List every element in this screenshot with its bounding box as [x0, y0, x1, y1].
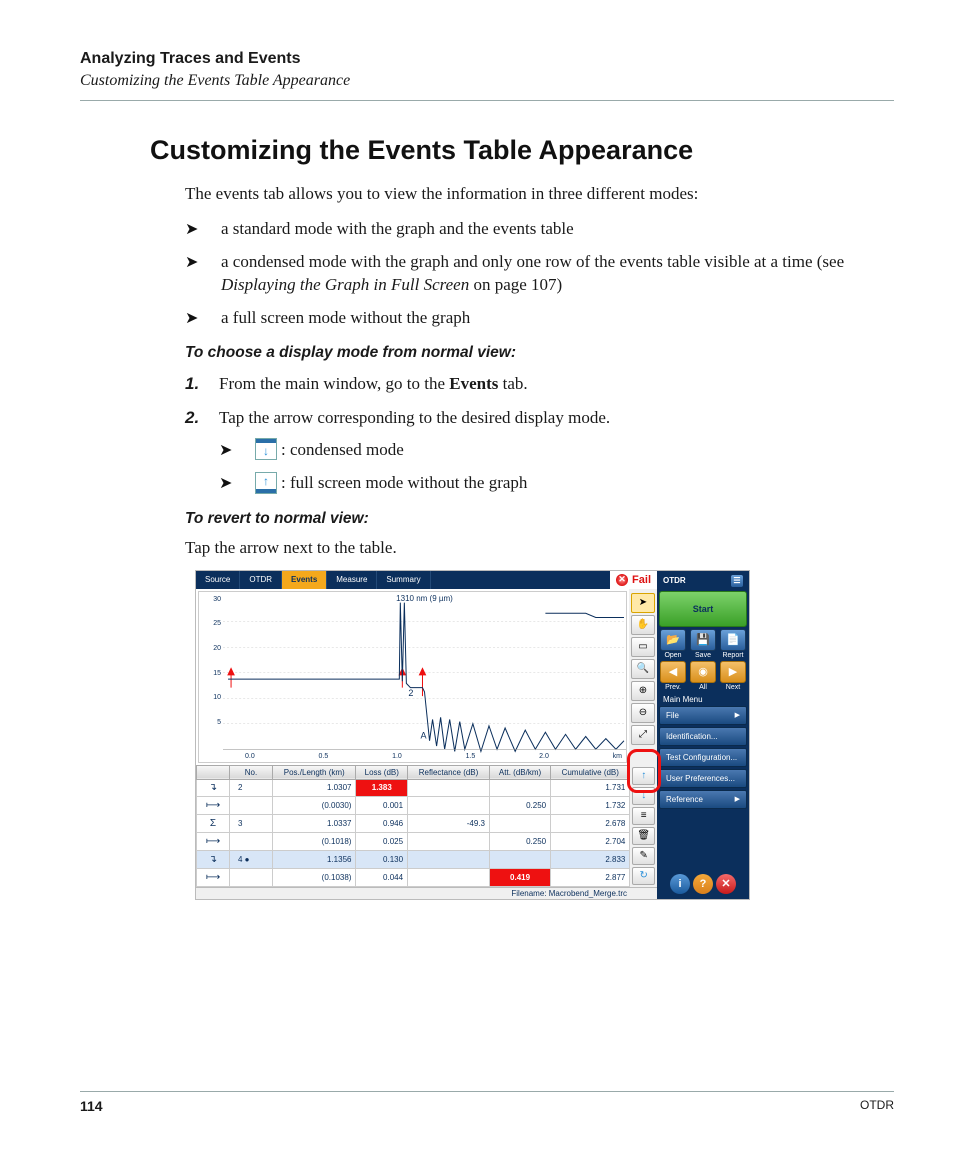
next-button-icon[interactable]: ▶	[720, 661, 746, 683]
table-row[interactable]: ⟼(0.1018)0.0250.2502.704	[197, 833, 630, 851]
table-side-tools: ↑ ↓ ≡ 🗑 ✎ ↻	[630, 765, 657, 887]
step-1: From the main window, go to the Events t…	[185, 372, 894, 396]
delete-icon[interactable]: 🗑	[632, 827, 655, 845]
zoom-fit-icon[interactable]: ⤢	[631, 725, 655, 745]
zoom-sel-icon[interactable]: ▭	[631, 637, 655, 657]
page-title: Customizing the Events Table Appearance	[150, 135, 894, 166]
open-button-icon[interactable]: 📂	[660, 629, 686, 651]
revert-text: Tap the arrow next to the table.	[185, 538, 894, 558]
collapse-down-icon[interactable]: ↓	[632, 787, 655, 805]
menu-test-config[interactable]: Test Configuration...	[659, 748, 747, 767]
tab-bar: Source OTDR Events Measure Summary ✕ Fai…	[196, 571, 657, 589]
right-sidebar: OTDR ☰ Start 📂Open 💾Save 📄Report ◀Prev. …	[657, 571, 749, 899]
intro-text: The events tab allows you to view the in…	[185, 184, 894, 204]
refresh-icon[interactable]: ↻	[632, 867, 655, 885]
pan-tool-icon[interactable]: ✋	[631, 615, 655, 635]
page-footer: 114 OTDR	[80, 1091, 894, 1114]
subhead-choose: To choose a display mode from normal vie…	[185, 344, 894, 362]
table-row[interactable]: ↴21.03071.3831.731	[197, 779, 630, 797]
doc-name: OTDR	[860, 1098, 894, 1114]
submode-condensed: ↓ : condensed mode	[219, 439, 894, 462]
trace-graph[interactable]: 30 25 20 15 10 5 1310 nm (9 µm)	[198, 591, 627, 763]
tab-measure[interactable]: Measure	[327, 571, 377, 589]
sidebar-menu-icon[interactable]: ☰	[731, 575, 743, 587]
info-button-icon[interactable]: i	[670, 874, 690, 894]
steps-list: From the main window, go to the Events t…	[185, 372, 894, 496]
edit-icon[interactable]: ✎	[632, 847, 655, 865]
table-row[interactable]: ⟼(0.1038)0.0440.4192.877	[197, 868, 630, 886]
prev-button-icon[interactable]: ◀	[660, 661, 686, 683]
menu-user-prefs[interactable]: User Preferences...	[659, 769, 747, 788]
close-button-icon[interactable]: ✕	[716, 874, 736, 894]
menu-reference[interactable]: Reference▶	[659, 790, 747, 809]
mode-condensed: a condensed mode with the graph and only…	[185, 251, 894, 297]
start-button[interactable]: Start	[659, 591, 747, 627]
graph-tool-column: ➤ ✋ ▭ 🔍 ⊕ ⊖ ⤢	[629, 589, 657, 765]
tab-events[interactable]: Events	[282, 571, 327, 589]
app-screenshot: Source OTDR Events Measure Summary ✕ Fai…	[195, 570, 750, 900]
zoom-icon[interactable]: 🔍	[631, 659, 655, 679]
page-number: 114	[80, 1098, 103, 1114]
menu-identification[interactable]: Identification...	[659, 727, 747, 746]
mode-standard: a standard mode with the graph and the e…	[185, 218, 894, 241]
header-chapter: Analyzing Traces and Events	[80, 50, 894, 68]
header-rule	[80, 100, 894, 101]
help-button-icon[interactable]: ?	[693, 874, 713, 894]
table-row[interactable]: Σ31.03370.946-49.32.678	[197, 815, 630, 833]
submode-fullscreen: ↑ : full screen mode without the graph	[219, 472, 894, 495]
svg-text:2: 2	[408, 687, 413, 697]
report-button-icon[interactable]: 📄	[720, 629, 746, 651]
filename-bar: Filename: Macrobend_Merge.trc	[196, 887, 657, 899]
y-axis: 30 25 20 15 10 5	[199, 592, 223, 762]
x-axis: 0.0 0.5 1.0 1.5 2.0 km	[245, 753, 622, 760]
header-section: Customizing the Events Table Appearance	[80, 72, 894, 90]
sidebar-title: OTDR	[663, 576, 686, 585]
cursor-tool-icon[interactable]: ➤	[631, 593, 655, 613]
fail-badge: ✕ Fail	[610, 571, 657, 589]
all-button-icon[interactable]: ◉	[690, 661, 716, 683]
expand-up-icon: ↑	[255, 472, 277, 494]
condense-down-icon: ↓	[255, 438, 277, 460]
subhead-revert: To revert to normal view:	[185, 510, 894, 528]
table-row[interactable]: ↴4 ●1.13560.1302.833	[197, 850, 630, 868]
zoom-in-icon[interactable]: ⊕	[631, 681, 655, 701]
events-table[interactable]: No. Pos./Length (km) Loss (dB) Reflectan…	[196, 765, 630, 887]
list-icon[interactable]: ≡	[632, 807, 655, 825]
modes-list: a standard mode with the graph and the e…	[185, 218, 894, 330]
tab-summary[interactable]: Summary	[377, 571, 430, 589]
step-2: Tap the arrow corresponding to the desir…	[185, 406, 894, 496]
tab-otdr[interactable]: OTDR	[240, 571, 282, 589]
save-button-icon[interactable]: 💾	[690, 629, 716, 651]
menu-file[interactable]: File▶	[659, 706, 747, 725]
table-row[interactable]: ⟼(0.0030)0.0010.2501.732	[197, 797, 630, 815]
tab-source[interactable]: Source	[196, 571, 240, 589]
zoom-out-icon[interactable]: ⊖	[631, 703, 655, 723]
wavelength-label: 1310 nm (9 µm)	[396, 594, 453, 603]
collapse-up-icon[interactable]: ↑	[632, 767, 655, 785]
mode-fullscreen: a full screen mode without the graph	[185, 307, 894, 330]
svg-text:A: A	[420, 730, 427, 740]
main-menu-label: Main Menu	[659, 693, 747, 704]
fail-icon: ✕	[616, 574, 628, 586]
